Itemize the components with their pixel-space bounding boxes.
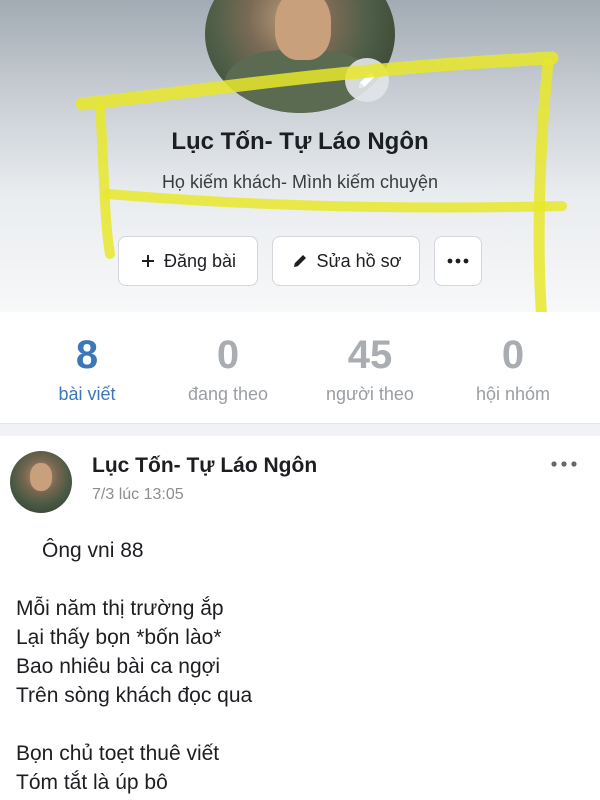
stat-following[interactable]: 0 đang theo bbox=[153, 332, 303, 405]
avatar-face bbox=[275, 0, 331, 60]
stat-posts-label: bài viết bbox=[58, 384, 116, 404]
create-post-button[interactable]: Đăng bài bbox=[118, 236, 258, 286]
avatar-face bbox=[30, 463, 52, 491]
post-blank-line bbox=[16, 565, 586, 594]
more-options-button[interactable] bbox=[434, 236, 482, 286]
profile-bio: Họ kiếm khách- Mình kiếm chuyện bbox=[161, 172, 439, 192]
more-icon bbox=[447, 258, 469, 264]
section-divider bbox=[0, 424, 600, 436]
stat-followers-value: 45 bbox=[347, 333, 393, 377]
stat-groups[interactable]: 0 hội nhóm bbox=[438, 332, 588, 405]
pencil-icon bbox=[359, 72, 375, 88]
post-timestamp[interactable]: 7/3 lúc 13:05 bbox=[92, 486, 184, 504]
post-line: Trên sòng khách đọc qua bbox=[16, 684, 253, 707]
post-card: Lục Tốn- Tự Láo Ngôn 7/3 lúc 13:05 Ông v… bbox=[0, 436, 600, 800]
edit-avatar-button[interactable] bbox=[345, 58, 389, 102]
stat-following-value: 0 bbox=[216, 333, 240, 377]
create-post-label: Đăng bài bbox=[163, 250, 237, 271]
post-blank-line bbox=[16, 710, 586, 739]
post-menu-button[interactable] bbox=[546, 454, 582, 474]
edit-profile-label: Sửa hồ sơ bbox=[316, 250, 402, 271]
stat-groups-label: hội nhóm bbox=[475, 384, 551, 404]
post-line: Bọn chủ toẹt thuê viết bbox=[16, 742, 220, 765]
more-icon bbox=[551, 461, 577, 467]
profile-header: Lục Tốn- Tự Láo Ngôn Họ kiếm khách- Mình… bbox=[0, 0, 600, 312]
post-line: Mỗi năm thị trường ắp bbox=[16, 597, 224, 620]
pencil-icon bbox=[293, 255, 306, 267]
plus-icon bbox=[141, 255, 154, 267]
stat-followers-label: người theo bbox=[326, 384, 414, 404]
post-author-name[interactable]: Lục Tốn- Tự Láo Ngôn bbox=[92, 454, 317, 478]
stats-bar: 8 bài viết 0 đang theo 45 người theo 0 h… bbox=[0, 312, 600, 424]
post-line: Bao nhiêu bài ca ngợi bbox=[16, 655, 221, 678]
stat-groups-value: 0 bbox=[501, 333, 525, 377]
post-line: Ông vni 88 bbox=[42, 539, 144, 562]
stat-followers[interactable]: 45 người theo bbox=[295, 332, 445, 405]
stat-posts-value: 8 bbox=[75, 333, 99, 377]
post-author-avatar[interactable] bbox=[10, 451, 72, 513]
edit-profile-button[interactable]: Sửa hồ sơ bbox=[272, 236, 420, 286]
post-line: Lại thấy bọn *bốn lào* bbox=[16, 626, 222, 649]
profile-name: Lục Tốn- Tự Láo Ngôn bbox=[171, 128, 429, 155]
stat-following-label: đang theo bbox=[187, 384, 269, 404]
stat-posts[interactable]: 8 bài viết bbox=[12, 332, 162, 405]
post-body: Ông vni 88 Mỗi năm thị trường ắp Lại thấ… bbox=[16, 536, 586, 797]
post-line: Tóm tắt là úp bô bbox=[16, 771, 168, 794]
